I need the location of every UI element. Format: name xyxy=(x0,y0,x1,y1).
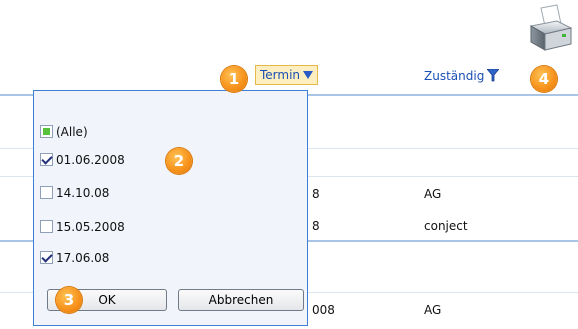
dropdown-arrow-icon xyxy=(303,71,314,79)
callout-badge: 4 xyxy=(531,66,557,92)
filter-option-label: 14.10.08 xyxy=(56,186,110,200)
filter-option-label: 15.05.2008 xyxy=(56,220,125,234)
callout-badge: 1 xyxy=(221,66,247,92)
termin-column-header[interactable]: Termin xyxy=(255,65,319,85)
zustaendig-column-header[interactable]: Zuständig xyxy=(424,68,501,85)
filter-option[interactable]: 14.10.08 xyxy=(40,185,109,203)
filter-option[interactable]: 01.06.2008 xyxy=(40,152,125,170)
checkbox-icon[interactable] xyxy=(40,220,53,233)
table-cell-termin: 8 xyxy=(312,219,320,233)
filter-option[interactable]: 15.05.2008 xyxy=(40,219,125,237)
filter-option-label: (Alle) xyxy=(56,125,88,139)
table-cell-zustaendig: conject xyxy=(424,219,468,233)
table-cell-zustaendig: AG xyxy=(424,303,442,317)
filter-option-all[interactable]: (Alle) xyxy=(40,124,88,142)
cancel-button[interactable]: Abbrechen xyxy=(178,289,304,311)
printer-icon[interactable] xyxy=(527,4,573,57)
callout-badge: 2 xyxy=(166,148,192,174)
funnel-filter-icon[interactable] xyxy=(486,68,501,85)
checkbox-icon[interactable] xyxy=(40,251,53,264)
filter-option-label: 01.06.2008 xyxy=(56,153,125,167)
zustaendig-label: Zuständig xyxy=(424,69,485,83)
table-cell-termin: 8 xyxy=(312,187,320,201)
termin-label: Termin xyxy=(260,68,301,82)
checkbox-icon[interactable] xyxy=(40,125,53,138)
checkbox-icon[interactable] xyxy=(40,186,53,199)
table-cell-zustaendig: AG xyxy=(424,187,442,201)
checkbox-icon[interactable] xyxy=(40,153,53,166)
filter-option-label: 17.06.08 xyxy=(56,251,110,265)
table-cell-termin: 008 xyxy=(312,303,335,317)
filter-option[interactable]: 17.06.08 xyxy=(40,250,109,268)
callout-badge: 3 xyxy=(56,287,82,313)
